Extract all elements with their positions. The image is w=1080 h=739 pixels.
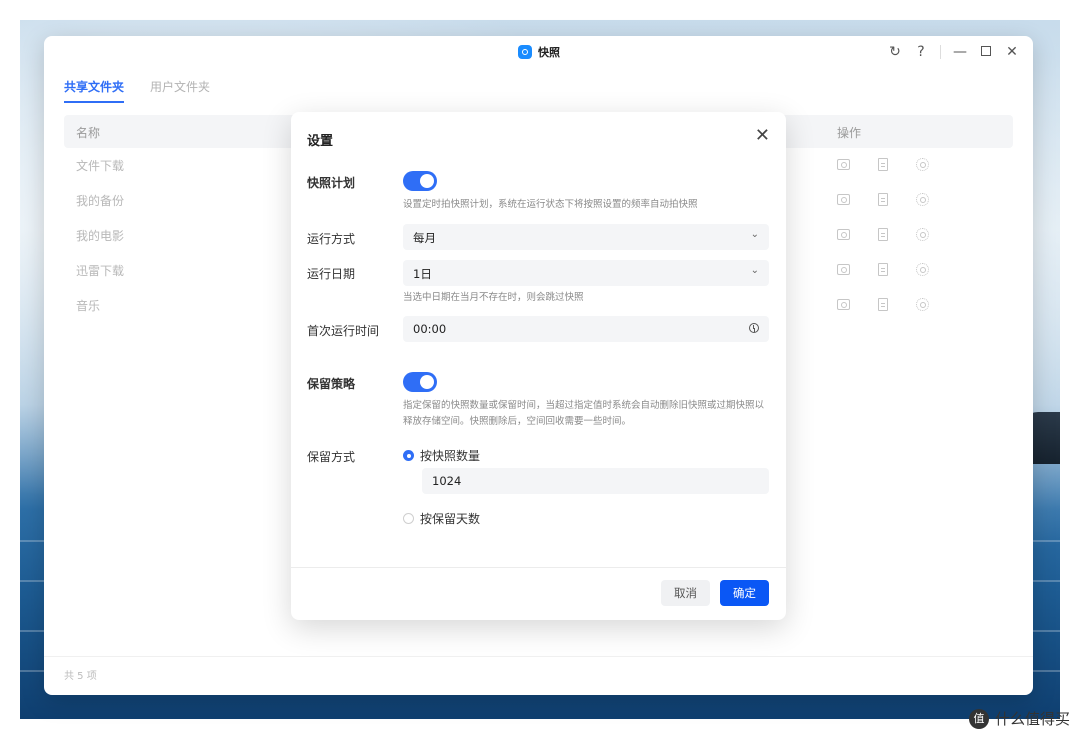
camera-icon[interactable]: [837, 159, 850, 170]
document-icon[interactable]: [878, 263, 888, 276]
minimize-icon[interactable]: —: [953, 42, 967, 62]
retention-label: 保留策略: [307, 377, 356, 391]
snapshot-app-icon: [518, 45, 532, 59]
run-date-hint: 当选中日期在当月不存在时，则会跳过快照: [403, 292, 584, 303]
dialog-footer-divider: [291, 567, 786, 568]
gear-icon[interactable]: [916, 298, 929, 311]
gear-icon[interactable]: [916, 158, 929, 171]
document-icon[interactable]: [878, 228, 888, 241]
window-title: 快照: [538, 46, 560, 59]
clock-icon: [749, 323, 759, 333]
chevron-down-icon: ⌄: [750, 265, 759, 276]
folder-tabs: 共享文件夹 用户文件夹: [64, 78, 210, 103]
first-run-value: 00:00: [413, 322, 447, 336]
column-ops-header: 操作: [837, 126, 862, 140]
help-icon[interactable]: ?: [914, 42, 928, 62]
item-count: 共 5 项: [64, 671, 97, 682]
radio-by-days[interactable]: 按保留天数: [403, 510, 480, 527]
run-date-label: 运行日期: [307, 267, 356, 281]
run-mode-label: 运行方式: [307, 232, 356, 246]
document-icon[interactable]: [878, 298, 888, 311]
radio-by-count[interactable]: 按快照数量: [403, 447, 480, 464]
gear-icon[interactable]: [916, 228, 929, 241]
radio-by-days-label: 按保留天数: [420, 512, 481, 526]
maximize-icon[interactable]: [979, 42, 993, 62]
divider: [940, 45, 941, 59]
document-icon[interactable]: [878, 158, 888, 171]
cancel-button[interactable]: 取消: [661, 580, 710, 606]
close-icon[interactable]: ✕: [755, 127, 770, 145]
folder-name: 迅雷下载: [76, 264, 125, 278]
app-title: 快照: [518, 44, 560, 60]
confirm-button[interactable]: 确定: [720, 580, 769, 606]
run-mode-select[interactable]: 每月 ⌄: [403, 224, 769, 250]
tab-shared-folders[interactable]: 共享文件夹: [64, 78, 125, 103]
schedule-toggle[interactable]: [403, 171, 437, 191]
settings-dialog: 设置 ✕ 快照计划 设置定时拍快照计划，系统在运行状态下将按照设置的频率自动拍快…: [291, 112, 786, 620]
camera-icon[interactable]: [837, 229, 850, 240]
snapshot-count-value: 1024: [432, 474, 462, 488]
retention-toggle[interactable]: [403, 372, 437, 392]
watermark-text: 什么值得买: [994, 710, 1070, 728]
footer-divider: [44, 656, 1033, 657]
tab-user-folders[interactable]: 用户文件夹: [150, 78, 210, 103]
column-name-header: 名称: [76, 126, 101, 140]
window-controls: ↻ ? — ✕: [888, 42, 1019, 62]
folder-name: 文件下载: [76, 159, 125, 173]
gear-icon[interactable]: [916, 193, 929, 206]
gear-icon[interactable]: [916, 263, 929, 276]
first-run-time-input[interactable]: 00:00: [403, 316, 769, 342]
chevron-down-icon: ⌄: [750, 229, 759, 240]
radio-by-count-label: 按快照数量: [420, 449, 481, 463]
row-actions: [837, 158, 929, 171]
refresh-icon[interactable]: ↻: [888, 42, 902, 62]
title-bar: 快照 ↻ ? — ✕: [44, 36, 1033, 68]
retention-mode-label: 保留方式: [307, 450, 356, 464]
folder-name: 我的电影: [76, 229, 125, 243]
document-icon[interactable]: [878, 193, 888, 206]
camera-icon[interactable]: [837, 194, 850, 205]
run-date-select[interactable]: 1日 ⌄: [403, 260, 769, 286]
radio-unchecked-icon[interactable]: [403, 513, 414, 524]
row-actions: [837, 193, 929, 206]
schedule-label: 快照计划: [307, 176, 356, 190]
dialog-title: 设置: [307, 134, 334, 149]
radio-checked-icon[interactable]: [403, 450, 414, 461]
row-actions: [837, 298, 929, 311]
camera-icon[interactable]: [837, 264, 850, 275]
folder-name: 我的备份: [76, 194, 125, 208]
run-date-value: 1日: [413, 267, 432, 281]
first-run-label: 首次运行时间: [307, 324, 380, 338]
retention-hint: 指定保留的快照数量或保留时间，当超过指定值时系统会自动删除旧快照或过期快照以释放…: [403, 400, 765, 427]
row-actions: [837, 263, 929, 276]
watermark: 值 什么值得买: [968, 708, 1070, 729]
row-actions: [837, 228, 929, 241]
close-icon[interactable]: ✕: [1005, 42, 1019, 62]
camera-icon[interactable]: [837, 299, 850, 310]
folder-name: 音乐: [76, 299, 101, 313]
watermark-logo-icon: 值: [968, 708, 989, 729]
run-mode-value: 每月: [413, 231, 436, 245]
schedule-hint: 设置定时拍快照计划，系统在运行状态下将按照设置的频率自动拍快照: [403, 199, 698, 210]
snapshot-count-input[interactable]: 1024: [422, 468, 769, 494]
